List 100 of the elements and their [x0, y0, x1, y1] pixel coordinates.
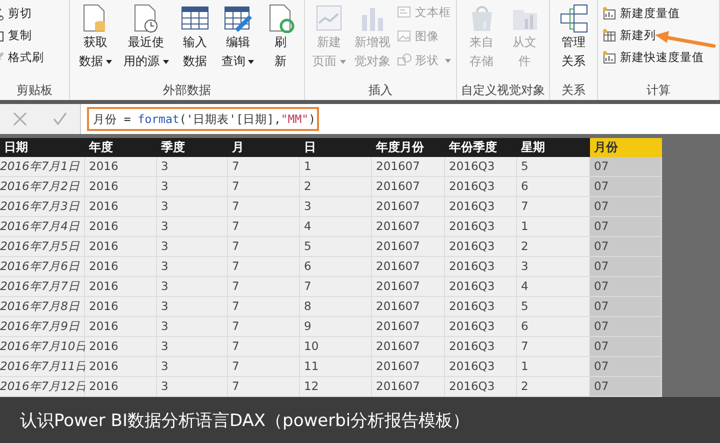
- ribbon-button[interactable]: 新建度量值: [602, 4, 715, 23]
- table-cell: 2016Q3: [445, 177, 517, 197]
- table-cell: 7: [228, 157, 300, 177]
- table-cell: 2016: [85, 337, 157, 357]
- column-header[interactable]: 月: [228, 138, 300, 157]
- table-cell: 07: [590, 357, 662, 377]
- arrow-drawing: [654, 30, 718, 50]
- table-cell: 8: [300, 297, 372, 317]
- table-cell: 07: [590, 297, 662, 317]
- table-cell: 07: [590, 197, 662, 217]
- table-cell: 07: [590, 177, 662, 197]
- measure-icon: [602, 50, 617, 65]
- table-cell: 2016Q3: [445, 157, 517, 177]
- table-cell: 2016年7月2日: [0, 177, 85, 197]
- table-cell: 3: [157, 277, 228, 297]
- table-cell: 2016年7月9日: [0, 317, 85, 337]
- textbox-icon: [397, 5, 412, 20]
- table-cell: 201607: [372, 177, 445, 197]
- column-header[interactable]: 季度: [157, 138, 228, 157]
- table-cell: 2016Q3: [445, 277, 517, 297]
- table-cell: 2016年7月1日: [0, 157, 85, 177]
- table-cell: 3: [157, 257, 228, 277]
- table-cell: 5: [517, 297, 590, 317]
- table-cell: 201607: [372, 337, 445, 357]
- table-cell: 10: [300, 337, 372, 357]
- table-cell: 3: [517, 257, 590, 277]
- group-label: 剪贴板: [16, 82, 54, 99]
- table-cell: 7: [228, 277, 300, 297]
- table-cell: 2016: [85, 157, 157, 177]
- table-cell: 2016: [85, 317, 157, 337]
- table-cell: 1: [517, 217, 590, 237]
- table-cell: 2016年7月5日: [0, 237, 85, 257]
- caption-text: 认识Power BI数据分析语言DAX（powerbi分析报告模板）: [20, 410, 470, 432]
- table-cell: 2016Q3: [445, 337, 517, 357]
- table-cell: 2016年7月3日: [0, 197, 85, 217]
- table-cell: 3: [157, 337, 228, 357]
- measure-icon: [602, 6, 617, 21]
- table-cell: 2: [300, 177, 372, 197]
- table-cell: 07: [590, 317, 662, 337]
- table-cell: 07: [590, 377, 662, 397]
- image-icon: [397, 29, 412, 44]
- table-cell: 7: [517, 197, 590, 217]
- ribbon-button[interactable]: 管理关系: [556, 3, 590, 82]
- table-cell: 7: [228, 257, 300, 277]
- ribbon-button[interactable]: 输入数据: [178, 3, 212, 82]
- group-label: 自定义视觉对象: [460, 82, 546, 99]
- table-cell: 2016年7月7日: [0, 277, 85, 297]
- ribbon-button[interactable]: 最近使用的源: [121, 3, 172, 82]
- table-cell: 2016Q3: [445, 377, 517, 397]
- table-cell: 6: [517, 317, 590, 337]
- table-cell: 07: [590, 237, 662, 257]
- table-cell: 2016: [85, 357, 157, 377]
- table-cell: 7: [228, 177, 300, 197]
- check-icon: [52, 111, 68, 127]
- table-cell: 2016年7月6日: [0, 257, 85, 277]
- column-header[interactable]: 日: [300, 138, 372, 157]
- column-header[interactable]: 月份: [590, 138, 662, 157]
- table-cell: 7: [517, 337, 590, 357]
- table-cell: 2016: [85, 237, 157, 257]
- close-icon: [12, 111, 28, 127]
- ribbon-button[interactable]: 编辑查询: [218, 3, 257, 82]
- ribbon-button[interactable]: 刷新: [264, 3, 298, 82]
- table-cell: 201607: [372, 217, 445, 237]
- relationship-icon: [558, 3, 588, 33]
- column-header[interactable]: 年度: [85, 138, 157, 157]
- table-cell: 4: [517, 277, 590, 297]
- ribbon-button[interactable]: 新建快速度量值: [602, 48, 715, 67]
- ribbon-button[interactable]: 获取数据: [76, 3, 114, 82]
- ribbon-button[interactable]: 格式刷: [0, 48, 65, 67]
- table-cell: 7: [228, 337, 300, 357]
- table-cell: 5: [517, 157, 590, 177]
- table-cell: 7: [228, 217, 300, 237]
- column-header[interactable]: 年份季度: [445, 138, 517, 157]
- table-cell: 2016: [85, 277, 157, 297]
- table-cell: 2016: [85, 217, 157, 237]
- table-cell: 2016: [85, 197, 157, 217]
- table-cell: 11: [300, 357, 372, 377]
- formula-field[interactable]: 月份 = format('日期表'[日期],"MM"): [87, 107, 319, 131]
- table-cell: 7: [228, 237, 300, 257]
- table-cell: 7: [228, 357, 300, 377]
- table-cell: 7: [228, 317, 300, 337]
- table-cell: 2016Q3: [445, 357, 517, 377]
- shapes-icon: [397, 53, 412, 68]
- table-cell: 7: [228, 297, 300, 317]
- column-header[interactable]: 年度月份: [372, 138, 445, 157]
- ribbon-button[interactable]: 剪切: [0, 4, 65, 23]
- table-cell: 7: [228, 377, 300, 397]
- table-cell: 6: [517, 177, 590, 197]
- table-cell: 3: [157, 357, 228, 377]
- table-cell: 3: [300, 197, 372, 217]
- group-label: 计算: [646, 82, 672, 99]
- table-cell: 2016: [85, 177, 157, 197]
- table-cell: 07: [590, 157, 662, 177]
- table-cell: 1: [300, 157, 372, 177]
- table-cell: 201607: [372, 237, 445, 257]
- ribbon-button[interactable]: 复制: [0, 26, 65, 45]
- table-cell: 201607: [372, 257, 445, 277]
- column-header[interactable]: 星期: [517, 138, 590, 157]
- column-header[interactable]: 日期: [0, 138, 85, 157]
- table-cell: 07: [590, 257, 662, 277]
